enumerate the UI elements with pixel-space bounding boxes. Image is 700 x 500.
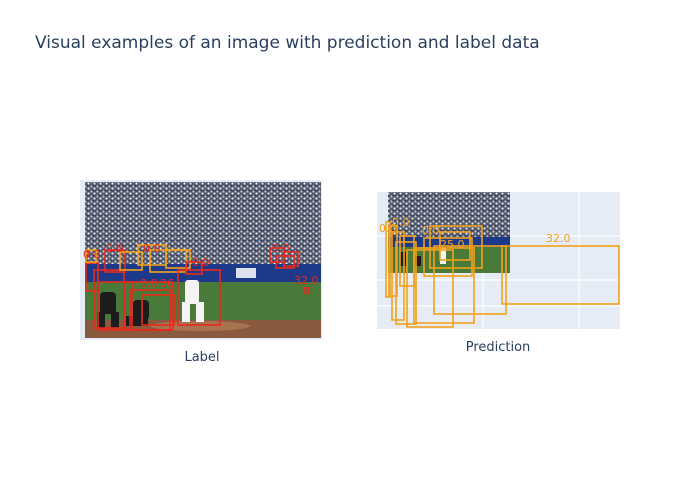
- label-box-label: 0.0: [83, 248, 101, 261]
- label-box-label: 0.0: [272, 242, 290, 255]
- prediction-panel: 0.00.00.025.0 32.0: [377, 192, 620, 329]
- prediction-box-label: 25.0: [440, 238, 465, 251]
- label-box-label: 32.0: [294, 274, 319, 287]
- label-box-label: 36: [160, 277, 174, 290]
- prediction-box-label: 0.0: [422, 224, 440, 237]
- label-box-label: 0.0: [106, 242, 124, 255]
- label-panel-caption: Label: [184, 350, 220, 365]
- label-panel: 0.0 0.0 0.00.00.032.00.0 36: [80, 180, 322, 340]
- prediction-panel-caption: Prediction: [465, 340, 531, 355]
- prediction-box-label: 32.0: [546, 232, 571, 245]
- prediction-box-label: 0.0: [392, 216, 410, 229]
- label-box-label: 0.0: [140, 277, 158, 290]
- label-box-label: 0.0: [192, 256, 210, 269]
- figure-canvas: 0.0 0.0 0.00.00.032.00.0 36 0.00.00.025.0 32…: [80, 180, 620, 340]
- label-box-label: 0.0: [143, 242, 161, 255]
